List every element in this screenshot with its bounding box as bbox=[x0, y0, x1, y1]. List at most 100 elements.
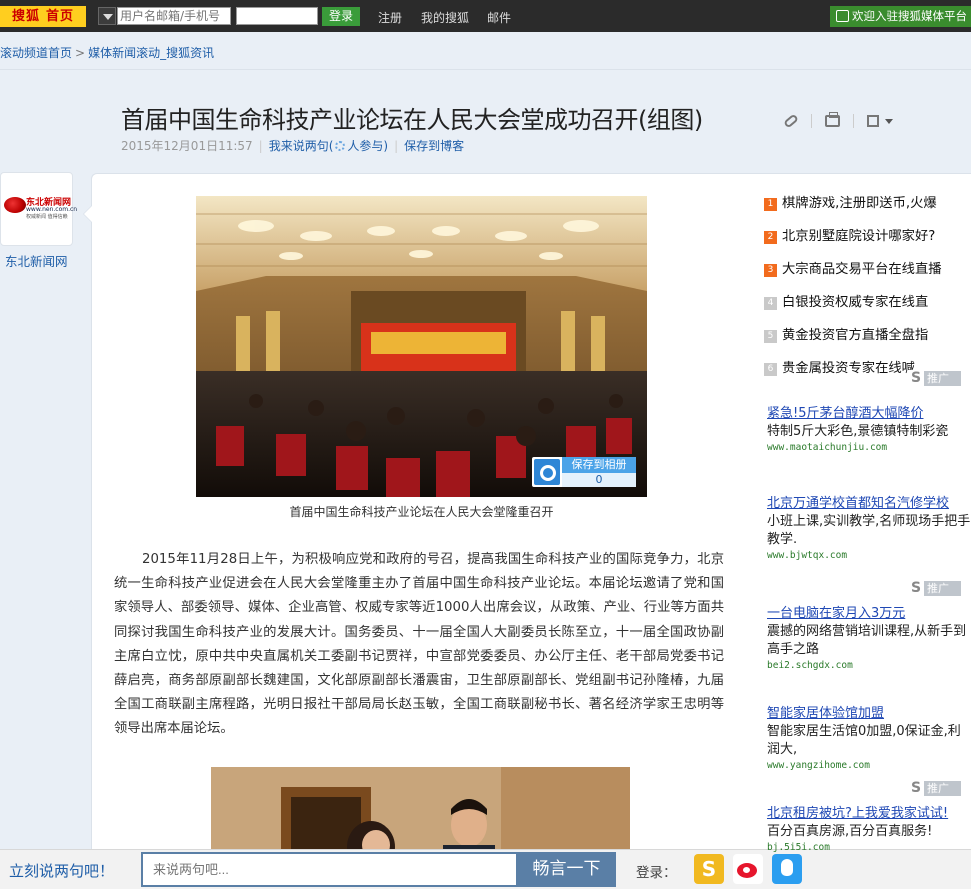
ad-title-link[interactable]: 北京租房被坑?上我爱我家试试! bbox=[767, 805, 971, 823]
rank-badge: 4 bbox=[764, 297, 777, 310]
save-to-blog-link[interactable]: 保存到博客 bbox=[404, 139, 464, 153]
sohu-s-icon: S bbox=[908, 370, 924, 386]
breadcrumb-item-media-news[interactable]: 媒体新闻滚动_搜狐资讯 bbox=[88, 46, 214, 60]
sohu-s-icon: S bbox=[908, 580, 924, 596]
print-icon[interactable] bbox=[825, 111, 841, 127]
media-platform-label: 欢迎入驻搜狐媒体平台 bbox=[852, 9, 967, 23]
ad-description: 智能家居生活馆0加盟,0保证金,利润大, bbox=[767, 724, 961, 757]
ad-item: 智能家居体验馆加盟 智能家居生活馆0加盟,0保证金,利润大, www.yangzih… bbox=[767, 705, 971, 773]
source-logo[interactable]: 东北新闻网 www.nen.com.cn 权威新闻 值得信赖 bbox=[0, 172, 77, 246]
hot-list: 1 棋牌游戏,注册即送币,火爆 2 北京别墅庭院设计哪家好? 3 大宗商品交易平台在线直播… bbox=[764, 192, 964, 390]
guests-illustration bbox=[211, 767, 630, 857]
ad-url: www.bjwtqx.com bbox=[767, 550, 848, 561]
share-icon[interactable] bbox=[867, 114, 894, 127]
promo-tag: S 推广 bbox=[908, 780, 961, 796]
username-input[interactable] bbox=[117, 7, 231, 25]
ad-description: 震撼的网络营销培训课程,从新手到高手之路 bbox=[767, 624, 967, 657]
article-photo-conference-hall[interactable] bbox=[196, 196, 647, 497]
sohu-logo[interactable]: 搜狐 首页 bbox=[0, 6, 86, 27]
logo-home: 首页 bbox=[46, 9, 75, 24]
ad-description: 特制5斤大彩色,景德镇特制彩瓷 bbox=[767, 424, 949, 439]
album-icon bbox=[534, 459, 560, 485]
qq-login-icon[interactable] bbox=[772, 854, 802, 884]
photo-caption: 首届中国生命科技产业论坛在人民大会堂隆重召开 bbox=[289, 505, 554, 519]
hot-list-item-text: 黄金投资官方直播全盘指 bbox=[782, 328, 929, 343]
ad-title-link[interactable]: 北京万通学校首都知名汽修学校 bbox=[767, 495, 971, 513]
save-to-album-label: 保存到相册 bbox=[562, 457, 636, 473]
comment-bar: 立刻说两句吧！ 畅言一下 登录： bbox=[0, 849, 971, 889]
register-link[interactable]: 注册 bbox=[378, 9, 402, 26]
comment-prompt: 立刻说两句吧！ bbox=[9, 862, 115, 880]
divider bbox=[0, 69, 971, 70]
rank-badge: 5 bbox=[764, 330, 777, 343]
hot-list-item[interactable]: 5 黄金投资官方直播全盘指 bbox=[764, 324, 964, 357]
ad-item: 北京租房被坑?上我爱我家试试! 百分百真房源,百分百真服务! bj.5i5i.com bbox=[767, 805, 971, 855]
nen-logo: 东北新闻网 www.nen.com.cn 权威新闻 值得信赖 bbox=[4, 193, 77, 220]
breadcrumb: 滚动频道首页 > 媒体新闻滚动_搜狐资讯 bbox=[0, 44, 214, 61]
divider bbox=[811, 113, 813, 128]
comment-submit-button[interactable]: 畅言一下 bbox=[517, 852, 616, 887]
rank-badge: 2 bbox=[764, 231, 777, 244]
media-platform-button[interactable]: 欢迎入驻搜狐媒体平台 bbox=[830, 6, 971, 27]
hot-list-item[interactable]: 3 大宗商品交易平台在线直播 bbox=[764, 258, 964, 291]
globe-icon bbox=[4, 197, 26, 213]
rank-badge: 6 bbox=[764, 363, 777, 376]
mail-link[interactable]: 邮件 bbox=[487, 9, 511, 26]
article-paragraph: 2015年11月28日上午，为积极响应党和政府的号召，提高我国生命科技产业的国际… bbox=[114, 552, 724, 737]
ad-item: 北京万通学校首都知名汽修学校 小班上课,实训教学,名师现场手把手教学. www.bj… bbox=[767, 495, 971, 563]
promo-tag: S 推广 bbox=[908, 580, 961, 596]
edit-icon bbox=[836, 10, 849, 22]
hot-list-item-text: 白银投资权威专家在线直 bbox=[782, 295, 929, 310]
ad-url: www.yangzihome.com bbox=[767, 760, 870, 771]
hot-list-item-text: 贵金属投资专家在线喊 bbox=[782, 361, 915, 376]
breadcrumb-separator: > bbox=[75, 46, 86, 60]
article-tools bbox=[783, 110, 894, 129]
promo-label: 推广 bbox=[927, 372, 949, 385]
password-input[interactable] bbox=[236, 7, 318, 25]
weibo-login-icon[interactable] bbox=[733, 854, 763, 884]
conference-hall-illustration bbox=[196, 196, 647, 497]
publish-time: 2015年12月01日11:57 bbox=[121, 139, 253, 153]
save-to-album-count: 0 bbox=[562, 473, 636, 487]
comment-link[interactable]: 我来说两句(人参与) bbox=[269, 139, 388, 153]
sohu-login-icon[interactable] bbox=[694, 854, 724, 884]
ad-item: 一台电脑在家月入3万元 震撼的网络营销培训课程,从新手到高手之路 bei2.schg… bbox=[767, 605, 971, 673]
sohu-s-icon: S bbox=[908, 780, 924, 796]
ad-url: bei2.schgdx.com bbox=[767, 660, 853, 671]
ad-title-link[interactable]: 紧急!5斤茅台醇酒大幅降价 bbox=[767, 405, 971, 423]
source-name-link[interactable]: 东北新闻网 bbox=[5, 251, 68, 270]
promo-label: 推广 bbox=[927, 782, 949, 795]
link-icon[interactable] bbox=[783, 112, 799, 129]
rank-badge: 1 bbox=[764, 198, 777, 211]
hot-list-item-text: 大宗商品交易平台在线直播 bbox=[782, 262, 942, 277]
save-to-album-button[interactable]: 保存到相册 0 bbox=[532, 457, 636, 487]
divider bbox=[853, 113, 855, 128]
my-sohu-link[interactable]: 我的搜狐 bbox=[421, 9, 469, 26]
ad-description: 百分百真房源,百分百真服务! bbox=[767, 824, 933, 839]
article-title: 首届中国生命科技产业论坛在人民大会堂成功召开(组图) bbox=[121, 106, 703, 134]
comment-input[interactable] bbox=[141, 852, 518, 887]
hot-list-item-text: 北京别墅庭院设计哪家好? bbox=[782, 229, 936, 244]
loading-spinner-icon bbox=[335, 141, 346, 151]
breadcrumb-item-rolling-home[interactable]: 滚动频道首页 bbox=[0, 46, 72, 60]
ad-title-link[interactable]: 一台电脑在家月入3万元 bbox=[767, 605, 971, 623]
hot-list-item[interactable]: 1 棋牌游戏,注册即送币,火爆 bbox=[764, 192, 964, 225]
logo-brand: 搜狐 bbox=[12, 9, 41, 24]
ad-item: 紧急!5斤茅台醇酒大幅降价 特制5斤大彩色,景德镇特制彩瓷 www.maotaich… bbox=[767, 405, 971, 455]
account-type-dropdown[interactable] bbox=[98, 7, 116, 25]
article-meta: 2015年12月01日11:57 | 我来说两句(人参与) | 保存到博客 bbox=[121, 139, 465, 153]
hot-list-item-text: 棋牌游戏,注册即送币,火爆 bbox=[782, 196, 937, 211]
hot-list-item[interactable]: 4 白银投资权威专家在线直 bbox=[764, 291, 964, 324]
ad-title-link[interactable]: 智能家居体验馆加盟 bbox=[767, 705, 971, 723]
ad-url: www.maotaichunjiu.com bbox=[767, 442, 888, 453]
promo-label: 推广 bbox=[927, 582, 949, 595]
login-button[interactable]: 登录 bbox=[322, 7, 360, 26]
hot-list-item[interactable]: 2 北京别墅庭院设计哪家好? bbox=[764, 225, 964, 258]
top-bar: 搜狐首页 登录 注册 我的搜狐 邮件 欢迎入驻搜狐媒体平台 bbox=[0, 0, 971, 32]
ad-description: 小班上课,实训教学,名师现场手把手教学. bbox=[767, 514, 971, 547]
promo-tag: S 推广 bbox=[908, 370, 961, 386]
article-photo-guests[interactable] bbox=[211, 767, 630, 857]
ad-url: bj.5i5i.com bbox=[767, 842, 830, 853]
rank-badge: 3 bbox=[764, 264, 777, 277]
login-label: 登录： bbox=[636, 865, 677, 881]
